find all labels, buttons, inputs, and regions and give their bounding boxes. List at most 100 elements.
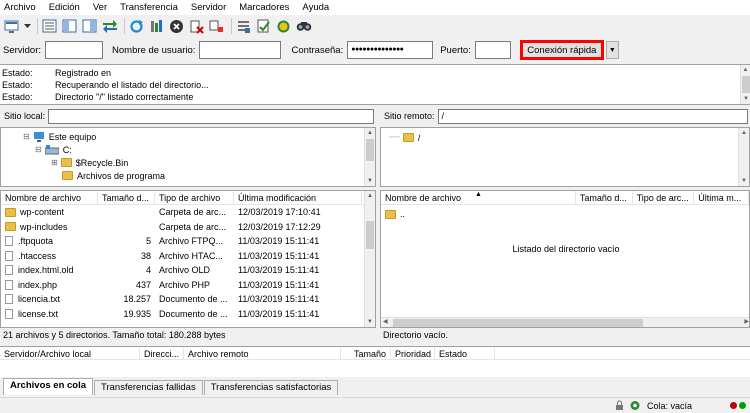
server-input[interactable] bbox=[45, 41, 104, 59]
menu-servidor[interactable]: Servidor bbox=[191, 2, 226, 13]
message-log: Estado: Registrado en Estado: Recuperando … bbox=[0, 64, 750, 105]
column-header-type[interactable]: Tipo de arc... bbox=[633, 191, 695, 204]
gear-icon[interactable] bbox=[629, 400, 641, 411]
toggle-log-icon[interactable] bbox=[41, 18, 58, 35]
local-list-scrollbar[interactable]: ▲ ▼ bbox=[364, 191, 375, 327]
remote-panel: Sitio remoto: / ┄┄ / ▲ ▼ Nombre de archi… bbox=[380, 107, 750, 345]
table-row[interactable]: index.php 437 Archivo PHP 11/03/2019 15:11:… bbox=[1, 278, 375, 293]
sync-browse-icon[interactable] bbox=[275, 18, 292, 35]
dropdown-arrow-icon[interactable] bbox=[23, 18, 31, 35]
queue-col-priority[interactable]: Prioridad bbox=[391, 347, 435, 359]
scroll-thumb[interactable] bbox=[742, 76, 750, 93]
table-row[interactable]: wp-includes Carpeta de arc... 12/03/2019 1… bbox=[1, 220, 375, 235]
cancel-icon[interactable] bbox=[168, 18, 185, 35]
drive-icon bbox=[44, 144, 59, 154]
refresh-icon[interactable] bbox=[128, 18, 145, 35]
reconnect-icon[interactable] bbox=[208, 18, 225, 35]
queue-col-status[interactable]: Estado bbox=[435, 347, 495, 359]
file-modified: 11/03/2019 15:11:41 bbox=[238, 236, 320, 247]
column-header-name[interactable]: Nombre de archivo ▲ bbox=[381, 191, 576, 204]
filter-icon[interactable] bbox=[235, 18, 252, 35]
search-icon[interactable] bbox=[295, 18, 312, 35]
scroll-up-icon[interactable]: ▲ bbox=[739, 128, 749, 138]
table-row[interactable]: .ftpquota 5 Archivo FTPQ... 11/03/2019 15:1… bbox=[1, 234, 375, 249]
remote-hscrollbar[interactable]: ◀ ▶ bbox=[381, 317, 749, 327]
file-name: wp-content bbox=[20, 207, 65, 218]
menu-marcadores[interactable]: Marcadores bbox=[239, 2, 289, 13]
local-path-input[interactable] bbox=[48, 108, 374, 124]
tab-successful-transfers[interactable]: Transferencias satisfactorias bbox=[203, 380, 339, 395]
scroll-thumb[interactable] bbox=[366, 221, 374, 249]
column-header-name[interactable]: Nombre de archivo bbox=[1, 191, 98, 204]
menu-archivo[interactable]: Archivo bbox=[4, 2, 36, 13]
queue-col-size[interactable]: Tamaño bbox=[341, 347, 391, 359]
tab-failed-transfers[interactable]: Transferencias fallidas bbox=[94, 380, 203, 395]
folder-icon bbox=[60, 158, 72, 167]
table-row[interactable]: licencia.txt 18.257 Documento de ... 11/03/… bbox=[1, 292, 375, 307]
table-row[interactable]: wp-content Carpeta de arc... 12/03/2019 17… bbox=[1, 205, 375, 220]
column-header-modified[interactable]: Última modificación bbox=[234, 191, 362, 204]
log-scrollbar[interactable]: ▲ ▼ bbox=[740, 65, 750, 104]
scroll-thumb[interactable] bbox=[393, 319, 643, 327]
file-icon bbox=[5, 250, 13, 261]
toggle-local-tree-icon[interactable] bbox=[61, 18, 78, 35]
menu-ver[interactable]: Ver bbox=[93, 2, 107, 13]
menu-ayuda[interactable]: Ayuda bbox=[302, 2, 329, 13]
queue-col-local[interactable]: Servidor/Archivo local bbox=[0, 347, 140, 359]
file-modified: 11/03/2019 15:11:41 bbox=[238, 279, 320, 290]
column-header-modified[interactable]: Última m... bbox=[694, 191, 749, 204]
column-header-size[interactable]: Tamaño d... bbox=[576, 191, 633, 204]
scroll-down-icon[interactable]: ▼ bbox=[365, 317, 375, 327]
tree-item-recycle-bin[interactable]: ⊞ $Recycle.Bin bbox=[51, 156, 128, 169]
toggle-remote-tree-icon[interactable] bbox=[81, 18, 98, 35]
password-input[interactable]: ●●●●●●●●●●●●●● bbox=[347, 41, 434, 59]
file-icon bbox=[5, 294, 13, 305]
scroll-down-icon[interactable]: ▼ bbox=[741, 94, 750, 104]
quickconnect-dropdown[interactable]: ▼ bbox=[605, 41, 619, 59]
local-tree-scrollbar[interactable]: ▲ ▼ bbox=[364, 128, 375, 186]
tree-item-c-drive[interactable]: ⊟ C: bbox=[35, 143, 72, 156]
tree-item-this-pc[interactable]: ⊟ Este equipo bbox=[23, 130, 96, 143]
menu-transferencia[interactable]: Transferencia bbox=[120, 2, 178, 13]
toolbar-separator bbox=[37, 18, 38, 34]
tab-queued-files[interactable]: Archivos en cola bbox=[3, 378, 94, 395]
scroll-down-icon[interactable]: ▼ bbox=[365, 176, 375, 186]
file-name: licencia.txt bbox=[18, 294, 61, 305]
file-size: 437 bbox=[135, 279, 151, 290]
tree-item-program-files[interactable]: Archivos de programa bbox=[62, 169, 165, 182]
toggle-queue-icon[interactable] bbox=[101, 18, 118, 35]
column-header-type[interactable]: Tipo de archivo bbox=[155, 191, 234, 204]
queue-col-remote[interactable]: Archivo remoto bbox=[184, 347, 341, 359]
scroll-right-icon[interactable]: ▶ bbox=[744, 318, 749, 325]
scroll-up-icon[interactable]: ▲ bbox=[365, 191, 375, 201]
tree-label: Este equipo bbox=[48, 131, 97, 142]
remote-tree-scrollbar[interactable]: ▲ ▼ bbox=[738, 128, 749, 186]
scroll-up-icon[interactable]: ▲ bbox=[365, 128, 375, 138]
menu-edicion[interactable]: Edición bbox=[49, 2, 80, 13]
scroll-thumb[interactable] bbox=[366, 139, 374, 161]
table-row[interactable]: index.html.old 4 Archivo OLD 11/03/2019 15:… bbox=[1, 263, 375, 278]
quickconnect-button[interactable]: Conexión rápida bbox=[519, 40, 604, 60]
site-manager-icon[interactable] bbox=[3, 18, 20, 35]
collapse-icon[interactable]: ⊟ bbox=[35, 145, 42, 154]
queue-col-direction[interactable]: Direcci... bbox=[140, 347, 184, 359]
table-row[interactable]: .htaccess 38 Archivo HTAC... 11/03/2019 15:… bbox=[1, 249, 375, 264]
remote-file-list: Nombre de archivo ▲ Tamaño d... Tipo de a… bbox=[380, 190, 750, 328]
column-header-size[interactable]: Tamaño d... bbox=[98, 191, 155, 204]
disconnect-icon[interactable] bbox=[188, 18, 205, 35]
scroll-left-icon[interactable]: ◀ bbox=[383, 318, 388, 325]
process-queue-icon[interactable] bbox=[148, 18, 165, 35]
remote-path-input[interactable]: / bbox=[437, 108, 748, 124]
list-item-parent[interactable]: .. bbox=[381, 207, 749, 222]
collapse-icon[interactable]: ⊟ bbox=[23, 132, 30, 141]
expand-icon[interactable]: ⊞ bbox=[51, 158, 58, 167]
tree-item-root[interactable]: ┄┄ / bbox=[389, 131, 420, 144]
compare-icon[interactable] bbox=[255, 18, 272, 35]
scroll-up-icon[interactable]: ▲ bbox=[741, 65, 750, 75]
scroll-down-icon[interactable]: ▼ bbox=[739, 176, 749, 186]
port-input[interactable] bbox=[474, 41, 511, 59]
table-row[interactable]: license.txt 19.935 Documento de ... 11/03/2… bbox=[1, 307, 375, 322]
username-input[interactable] bbox=[199, 41, 282, 59]
queue-header: Servidor/Archivo local Direcci... Archiv… bbox=[0, 346, 750, 360]
tree-label: / bbox=[417, 132, 421, 143]
